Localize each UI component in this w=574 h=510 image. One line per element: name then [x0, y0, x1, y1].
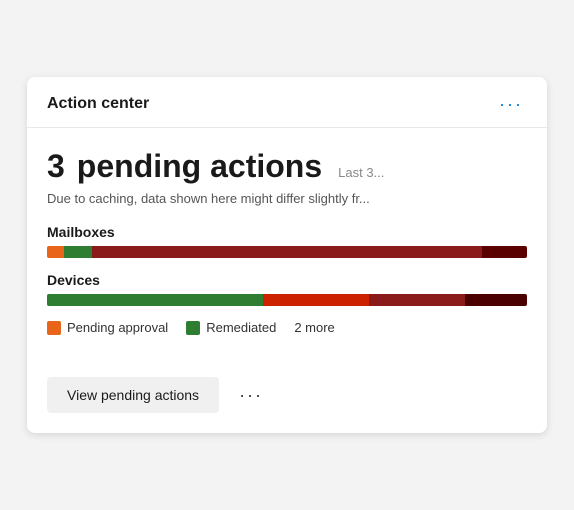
- mailboxes-bar: [47, 246, 527, 258]
- remediated-swatch: [186, 321, 200, 335]
- mailboxes-segment-3: [92, 246, 483, 258]
- remediated-label: Remediated: [206, 320, 276, 335]
- mailboxes-segment-4: [482, 246, 527, 258]
- card-body: 3 pending actions Last 3... Due to cachi…: [27, 128, 547, 377]
- devices-segment-2: [263, 294, 369, 306]
- card-title: Action center: [47, 95, 149, 113]
- legend-more-text: 2 more: [294, 320, 334, 335]
- pending-label: pending actions: [77, 148, 322, 185]
- pending-count-row: 3 pending actions Last 3...: [47, 148, 527, 185]
- devices-segment-4: [465, 294, 527, 306]
- devices-label: Devices: [47, 272, 527, 288]
- pending-approval-swatch: [47, 321, 61, 335]
- pending-approval-label: Pending approval: [67, 320, 168, 335]
- header-more-button[interactable]: ···: [495, 95, 527, 113]
- devices-bar: [47, 294, 527, 306]
- view-pending-actions-button[interactable]: View pending actions: [47, 377, 219, 413]
- subtitle: Due to caching, data shown here might di…: [47, 191, 527, 206]
- card-footer: View pending actions ···: [27, 377, 547, 433]
- mailboxes-segment-2: [64, 246, 92, 258]
- pending-count: 3: [47, 148, 65, 185]
- devices-segment-3: [369, 294, 465, 306]
- action-center-card: Action center ··· 3 pending actions Last…: [27, 77, 547, 433]
- legend-item-remediated: Remediated: [186, 320, 276, 335]
- legend-item-pending: Pending approval: [47, 320, 168, 335]
- mailboxes-label: Mailboxes: [47, 224, 527, 240]
- devices-segment-1: [47, 294, 263, 306]
- footer-more-button[interactable]: ···: [235, 385, 267, 406]
- card-header: Action center ···: [27, 77, 547, 128]
- legend: Pending approval Remediated 2 more: [47, 320, 527, 335]
- last-updated: Last 3...: [338, 165, 384, 180]
- mailboxes-segment-1: [47, 246, 64, 258]
